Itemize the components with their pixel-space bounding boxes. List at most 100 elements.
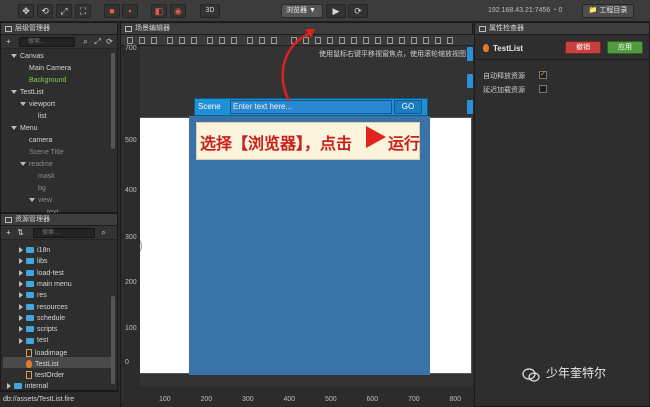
distribute-top-icon[interactable] — [207, 37, 213, 44]
preview-platform-select[interactable]: 浏览器 ▼ — [281, 4, 323, 18]
local-global-icon[interactable]: ◧ — [151, 4, 167, 18]
add-asset-icon[interactable]: + — [4, 228, 13, 237]
expand-arrow-icon[interactable] — [19, 326, 23, 333]
expand-arrow-icon[interactable] — [20, 102, 26, 107]
align-option-icon[interactable] — [423, 37, 429, 44]
vertical-scroll-marker[interactable] — [467, 74, 473, 88]
apply-button[interactable]: 应用 — [607, 41, 643, 54]
refresh-button[interactable]: ⟳ — [348, 4, 368, 18]
expand-arrow-icon[interactable] — [7, 382, 11, 389]
asset-item[interactable]: testOrder — [19, 371, 64, 380]
folder-icon — [26, 337, 34, 344]
expand-arrow-icon[interactable] — [19, 337, 23, 344]
rotate-tool-icon[interactable]: ⟲ — [37, 4, 53, 18]
pivot-tool-icon[interactable]: ▪ — [122, 4, 138, 18]
expand-arrow-icon[interactable] — [29, 198, 35, 203]
property-checkbox[interactable] — [539, 85, 547, 93]
inspector-tab[interactable]: 属性检查器 — [475, 23, 649, 35]
expand-arrow-icon[interactable] — [19, 303, 23, 310]
anchor-tool-icon[interactable]: ■ — [104, 4, 120, 18]
snap-icon[interactable]: ◉ — [170, 4, 186, 18]
align-option-icon[interactable] — [411, 37, 417, 44]
assets-tab[interactable]: 资源管理器 — [1, 214, 117, 226]
expand-arrow-icon[interactable] — [11, 90, 17, 95]
hierarchy-node[interactable]: mask — [29, 173, 55, 180]
hierarchy-node[interactable]: Scene Title — [20, 149, 64, 156]
asset-item[interactable]: scripts — [19, 326, 57, 333]
assets-search-input[interactable]: 搜索... — [33, 228, 95, 238]
vertical-scroll-marker[interactable] — [467, 100, 473, 114]
add-node-icon[interactable]: + — [4, 37, 13, 46]
asset-item[interactable]: res — [19, 292, 47, 299]
hierarchy-scrollbar[interactable] — [111, 53, 115, 149]
vertical-scroll-marker[interactable] — [467, 47, 473, 61]
align-option-icon[interactable] — [435, 37, 441, 44]
expand-arrow-icon[interactable] — [19, 258, 23, 265]
expand-arrow-icon[interactable] — [11, 126, 17, 131]
align-option-icon[interactable] — [399, 37, 405, 44]
expand-arrow-icon[interactable] — [20, 162, 26, 167]
expand-arrow-icon[interactable] — [19, 292, 23, 299]
asset-item[interactable]: i18n — [19, 247, 50, 254]
hierarchy-node[interactable]: Background — [20, 77, 66, 84]
horizontal-ruler: 100 200 300 400 500 600 700 800 — [122, 386, 473, 407]
asset-item[interactable]: internal — [7, 383, 48, 390]
property-checkbox[interactable]: ✓ — [539, 71, 547, 79]
search-icon[interactable]: ⌕ — [99, 228, 108, 237]
hierarchy-node[interactable]: readme — [20, 161, 53, 168]
distribute-bottom-icon[interactable] — [231, 37, 237, 44]
hierarchy-node[interactable]: bg — [29, 185, 46, 192]
distribute-left-icon[interactable] — [247, 37, 253, 44]
asset-item[interactable]: load-test — [19, 270, 64, 277]
align-bottom-icon[interactable] — [151, 37, 157, 44]
assets-scrollbar[interactable] — [111, 296, 115, 384]
hierarchy-node[interactable]: viewport — [20, 101, 55, 108]
align-option-icon[interactable] — [363, 37, 369, 44]
go-button[interactable]: GO — [394, 100, 422, 114]
toggle-3d-button[interactable]: 3D — [200, 4, 220, 18]
scale-tool-icon[interactable]: ⤢ — [56, 4, 72, 18]
asset-item[interactable]: main menu — [19, 281, 72, 288]
expand-icon[interactable]: ⤢ — [93, 37, 102, 46]
distribute-vcenter-icon[interactable] — [219, 37, 225, 44]
hierarchy-node[interactable]: Main Camera — [20, 65, 71, 72]
align-option-icon[interactable] — [387, 37, 393, 44]
move-tool-icon[interactable]: ✥ — [18, 4, 34, 18]
revert-button[interactable]: 撤销 — [565, 41, 601, 54]
expand-arrow-icon[interactable] — [11, 54, 17, 59]
expand-arrow-icon[interactable] — [19, 269, 23, 276]
asset-item[interactable]: loadimage — [19, 348, 67, 357]
expand-arrow-icon[interactable] — [19, 247, 23, 254]
hierarchy-node[interactable]: Canvas — [11, 53, 44, 60]
hierarchy-node[interactable]: camera — [20, 137, 52, 144]
asset-item[interactable]: TestList — [19, 360, 59, 368]
search-icon[interactable]: ⌕ — [81, 37, 90, 46]
align-vcenter-icon[interactable] — [139, 37, 145, 44]
hierarchy-node[interactable]: list — [29, 113, 47, 120]
align-option-icon[interactable] — [351, 37, 357, 44]
hierarchy-tab[interactable]: 层级管理器 — [1, 23, 117, 35]
align-left-icon[interactable] — [167, 37, 173, 44]
expand-arrow-icon[interactable] — [19, 314, 23, 321]
align-right-icon[interactable] — [191, 37, 197, 44]
hierarchy-node[interactable]: Menu — [11, 125, 38, 132]
asset-item[interactable]: test — [19, 337, 48, 344]
rect-tool-icon[interactable]: ⛶ — [75, 4, 91, 18]
distribute-hcenter-icon[interactable] — [259, 37, 265, 44]
hierarchy-node[interactable]: view — [29, 197, 52, 204]
play-button[interactable]: ▶ — [326, 4, 346, 18]
hierarchy-search-input[interactable]: 搜索... — [19, 37, 75, 47]
align-hcenter-icon[interactable] — [179, 37, 185, 44]
refresh-icon[interactable]: ⟳ — [105, 37, 114, 46]
align-option-icon[interactable] — [447, 37, 453, 44]
align-top-icon[interactable] — [127, 37, 133, 44]
asset-item[interactable]: schedule — [19, 315, 65, 322]
asset-item[interactable]: resources — [19, 304, 68, 311]
sort-icon[interactable]: ⇅ — [16, 228, 25, 237]
align-option-icon[interactable] — [375, 37, 381, 44]
align-option-icon[interactable] — [339, 37, 345, 44]
hierarchy-node[interactable]: TestList — [11, 89, 44, 96]
open-project-button[interactable]: 📁 工程目录 — [582, 4, 634, 18]
expand-arrow-icon[interactable] — [19, 281, 23, 288]
asset-item[interactable]: libs — [19, 258, 48, 265]
